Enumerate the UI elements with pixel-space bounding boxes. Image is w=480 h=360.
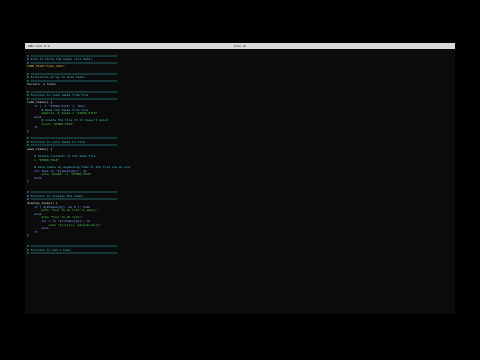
title-bar: GNU nano 6.2 todo.sh bbox=[25, 43, 455, 49]
file-name: todo.sh bbox=[233, 44, 247, 48]
terminal-window: GNU nano 6.2 todo.sh # =================… bbox=[25, 43, 455, 314]
editor-area[interactable]: # ======================================… bbox=[25, 51, 455, 314]
code-line[interactable]: # ======================================… bbox=[25, 252, 455, 256]
